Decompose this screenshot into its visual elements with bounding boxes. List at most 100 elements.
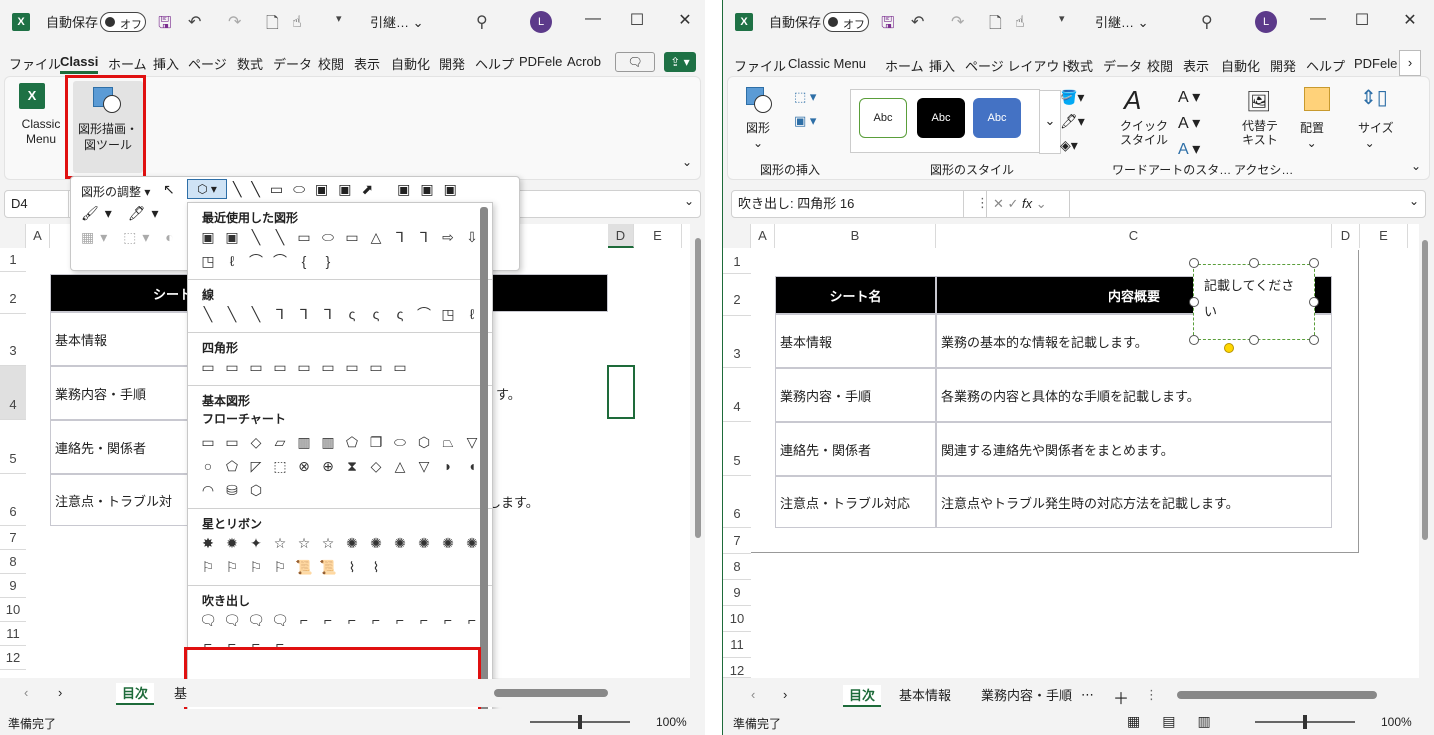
row-7[interactable]: 7 [0, 526, 26, 550]
customize-qat-icon[interactable]: ▾ [1059, 12, 1065, 25]
close-button[interactable]: ✕ [670, 10, 700, 30]
avatar[interactable]: L [1255, 11, 1277, 33]
zoom-level[interactable]: 100% [1381, 715, 1412, 729]
share-button[interactable]: ⇪ ▾ [664, 52, 696, 72]
table-cell[interactable]: 注意点やトラブル発生時の対応方法を記載します。 [936, 476, 1332, 528]
customize-qat-icon[interactable]: ▾ [336, 12, 342, 25]
tab-pdfelement[interactable]: PDFele [519, 54, 562, 69]
col-e[interactable]: E [1360, 224, 1408, 248]
tab-developer[interactable]: 開発 [439, 54, 465, 73]
table-cell[interactable]: 各業務の内容と具体的な手順を記載します。 [936, 368, 1332, 422]
search-icon[interactable]: ⚲ [476, 12, 488, 32]
collapse-ribbon-icon[interactable]: ⌄ [1411, 159, 1421, 173]
tab-home[interactable]: ホーム [885, 56, 924, 75]
sheet-tab-procedure[interactable]: 業務内容・手順 [975, 685, 1078, 707]
avatar[interactable]: L [530, 11, 552, 33]
size-button[interactable]: サイズ ⌄ [1358, 119, 1394, 150]
tab-home[interactable]: ホーム [108, 54, 147, 73]
col-a[interactable]: A [751, 224, 775, 248]
fill-outline-effect-icons[interactable]: 🪣▾ 🖊▾ ◈▾ [1060, 85, 1085, 157]
vertical-scrollbar[interactable] [1419, 224, 1431, 678]
star-shapes[interactable]: ✸ ✹ ✦ ☆ ☆ ☆ ✺ ✺ ✺ ✺ ✺ ✺ ⚐ ⚐ ⚐ ⚐ 📜 📜 ⌇ ⌇ [188, 531, 492, 579]
tab-data[interactable]: データ [273, 54, 312, 73]
autosave-toggle[interactable]: オフ [100, 12, 146, 32]
row-9[interactable]: 9 [723, 580, 751, 606]
style-gallery[interactable]: Abc Abc Abc ⌄ [850, 89, 1061, 154]
style-option-3[interactable]: Abc [973, 98, 1021, 138]
callout-shape[interactable]: 記載してください [1193, 264, 1315, 340]
tab-file[interactable]: ファイル [734, 56, 786, 75]
new-file-icon[interactable]: 🗋 [266, 12, 279, 39]
col-a[interactable]: A [26, 224, 50, 248]
sheet-menu-icon[interactable]: ⋮ [1145, 687, 1158, 703]
resize-handle[interactable] [1249, 258, 1259, 268]
row-3[interactable]: 3 [723, 316, 751, 368]
style-option-2[interactable]: Abc [917, 98, 965, 138]
row-12[interactable]: 12 [723, 658, 751, 678]
row-5[interactable]: 5 [723, 422, 751, 476]
resize-handle[interactable] [1189, 258, 1199, 268]
rect-shapes[interactable]: ▭ ▭ ▭ ▭ ▭ ▭ ▭ ▭ ▭ [188, 355, 492, 379]
sheet-tab-index[interactable]: 目次 [843, 685, 882, 707]
dropdown-scrollbar[interactable] [480, 207, 488, 717]
new-file-icon[interactable]: 🗋 [989, 12, 1002, 39]
expand-formula-icon[interactable]: ⌄ [684, 194, 694, 208]
close-button[interactable]: ✕ [1395, 10, 1425, 30]
recent-shapes[interactable]: ▣ ▣ ╲ ╲ ▭ ⬭ ▭ △ ⅂ ⅂ ⇨ ⇩ ◳ ℓ ⌒ ⌒{} [188, 225, 492, 273]
tab-formulas[interactable]: 数式 [1067, 56, 1093, 75]
arrange-button[interactable]: 配置 ⌄ [1300, 119, 1324, 150]
redo-icon[interactable]: ↷ [228, 12, 241, 32]
row-7[interactable]: 7 [723, 528, 751, 554]
redo-icon[interactable]: ↷ [951, 12, 964, 32]
horizontal-scrollbar[interactable] [1177, 691, 1377, 699]
text-fill-outline-effect-icons[interactable]: A ▾ A ▾ A ▾ [1178, 85, 1200, 163]
row-8[interactable]: 8 [0, 550, 26, 574]
table-cell[interactable]: 注意点・トラブル対 [50, 474, 200, 526]
row-11[interactable]: 11 [0, 622, 26, 646]
col-b[interactable]: B [775, 224, 936, 248]
next-sheet-icon[interactable]: › [783, 687, 787, 702]
next-sheet-icon[interactable]: › [58, 685, 62, 700]
file-name[interactable]: 引継… ⌄ [1095, 12, 1149, 31]
table-cell[interactable]: 基本情報 [775, 314, 936, 368]
save-icon[interactable]: 🖫 [158, 12, 172, 39]
sheet-tab-index[interactable]: 目次 [116, 683, 155, 705]
select-all[interactable] [0, 224, 26, 248]
row-6[interactable]: 6 [723, 476, 751, 528]
undo-icon[interactable]: ↶ [188, 12, 201, 32]
touch-mode-icon[interactable]: ☝ [292, 12, 302, 32]
shapes-dropdown-button[interactable]: ⬡ ▾ [187, 179, 227, 199]
tab-review[interactable]: 校閲 [1147, 56, 1173, 75]
table-cell[interactable]: 業務内容・手順 [50, 366, 200, 420]
vertical-scrollbar[interactable] [693, 224, 703, 678]
maximize-button[interactable]: ☐ [622, 10, 652, 30]
tab-page[interactable]: ページ [188, 54, 227, 73]
tab-review[interactable]: 校閲 [318, 54, 344, 73]
tab-acrobat[interactable]: Acrob [567, 54, 601, 69]
edit-shape-icons[interactable]: ⬚ ▾ ▣ ▾ [794, 85, 816, 133]
col-d[interactable]: D [1332, 224, 1360, 248]
tab-pdfelement[interactable]: PDFele [1354, 56, 1397, 71]
style-option-1[interactable]: Abc [859, 98, 907, 138]
resize-handle[interactable] [1189, 297, 1199, 307]
search-icon[interactable]: ⚲ [1201, 12, 1213, 32]
table-cell[interactable]: 連絡先・関係者 [775, 422, 936, 476]
shape-insert-button[interactable]: 図形 ⌄ [746, 119, 770, 150]
row-6[interactable]: 6 [0, 474, 26, 526]
tab-automate[interactable]: 自動化 [1221, 56, 1260, 75]
adjust-shape-button[interactable]: 図形の調整 ▾ [81, 183, 150, 200]
undo-icon[interactable]: ↶ [911, 12, 924, 32]
name-box[interactable]: 吹き出し: 四角形 16 [732, 191, 964, 217]
maximize-button[interactable]: ☐ [1347, 10, 1377, 30]
tab-classic[interactable]: Classi [60, 54, 99, 74]
tab-help[interactable]: ヘルプ [475, 54, 514, 73]
tab-formulas[interactable]: 数式 [237, 54, 263, 73]
zoom-slider[interactable] [530, 715, 630, 729]
col-d[interactable]: D [608, 224, 634, 248]
expand-formula-icon[interactable]: ⌄ [1409, 194, 1419, 208]
prev-sheet-icon[interactable]: ‹ [24, 685, 28, 700]
comments-button[interactable]: 🗨 [615, 52, 655, 72]
row-2[interactable]: 2 [723, 274, 751, 316]
row-12[interactable]: 12 [0, 646, 26, 670]
flowchart-shapes[interactable]: ▭ ▭ ◇ ▱ ▥ ▥ ⬠ ❐ ⬭ ⬡ ⏢ ▽ ○ ⬠ ◸ ⬚ ⊗ ⊕ ⧗ ◇ △ ▽ ◗ ◖ ◠ ⛁ ⬡ [188, 430, 492, 502]
